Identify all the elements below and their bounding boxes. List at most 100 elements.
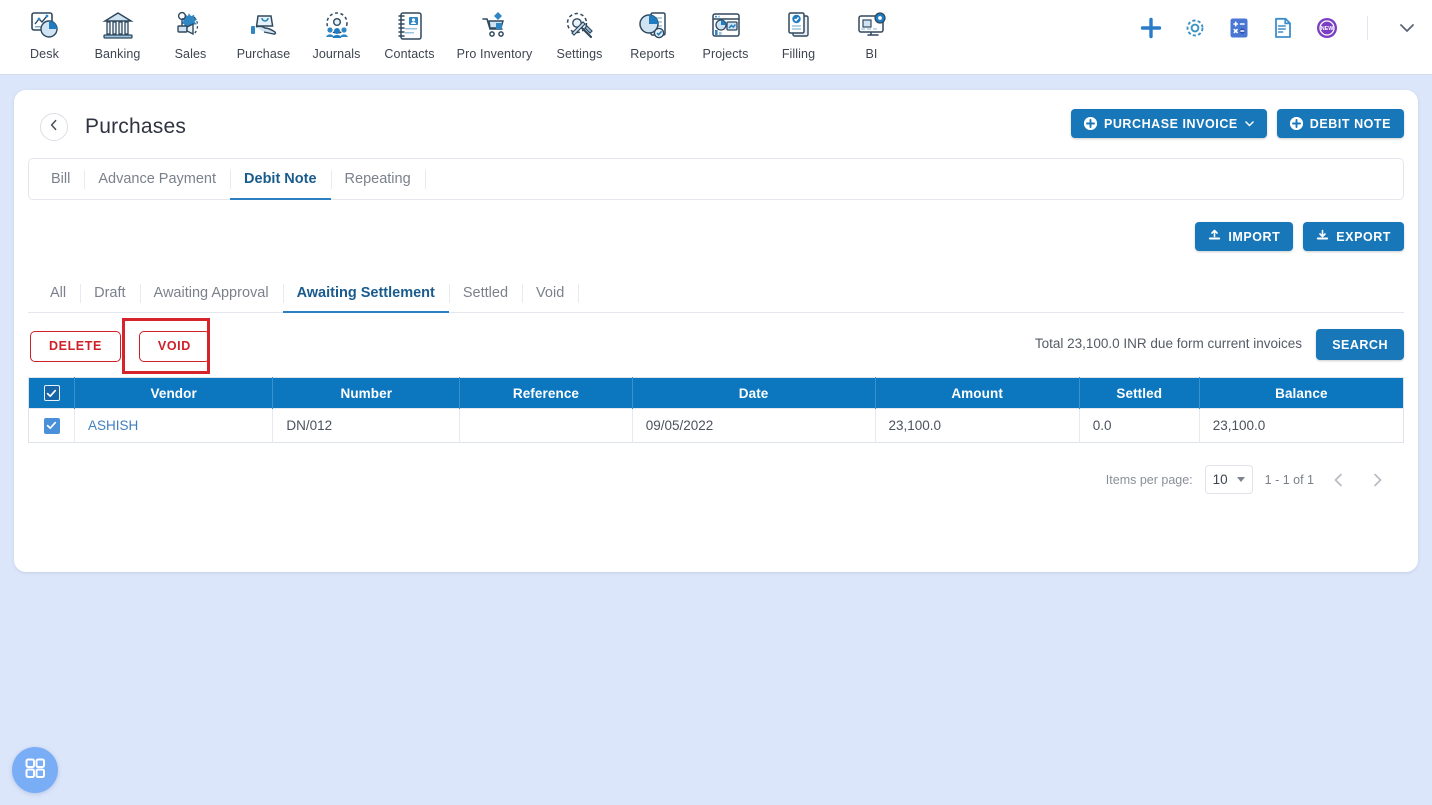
next-page-button[interactable] bbox=[1364, 467, 1390, 493]
cell-vendor: ASHISH bbox=[74, 408, 274, 443]
nav-item-reports[interactable]: Reports bbox=[616, 0, 689, 61]
column-header-reference[interactable]: Reference bbox=[459, 377, 633, 409]
calculator-icon[interactable] bbox=[1227, 16, 1251, 40]
nav-label: Sales bbox=[174, 47, 207, 61]
filter-tab-settled[interactable]: Settled bbox=[448, 273, 522, 312]
filter-tab-void[interactable]: Void bbox=[522, 273, 578, 312]
nav-item-settings[interactable]: Settings bbox=[543, 0, 616, 61]
cell-settled: 0.0 bbox=[1079, 408, 1200, 443]
column-header-amount[interactable]: Amount bbox=[875, 377, 1080, 409]
chevron-down-icon[interactable] bbox=[1396, 17, 1418, 39]
top-nav-items: Desk Banking Sales Purchase Journals Con… bbox=[0, 0, 908, 61]
bi-monitor-gear-icon bbox=[855, 7, 889, 45]
document-type-tabs: Bill Advance Payment Debit Note Repeatin… bbox=[28, 158, 1404, 200]
tab-repeating[interactable]: Repeating bbox=[330, 159, 425, 199]
purchases-card: Purchases PURCHASE INVOICE DEBIT NOTE Bi… bbox=[14, 90, 1418, 572]
filter-tab-all[interactable]: All bbox=[36, 273, 80, 312]
projects-window-chart-icon bbox=[709, 7, 743, 45]
select-all-checkbox[interactable] bbox=[43, 385, 60, 402]
settings-gear-icon[interactable] bbox=[1183, 16, 1207, 40]
desk-dashboard-icon bbox=[28, 7, 62, 45]
status-filter-tabs: All Draft Awaiting Approval Awaiting Set… bbox=[28, 273, 1404, 313]
nav-label: Reports bbox=[630, 47, 675, 61]
import-button[interactable]: IMPORT bbox=[1195, 222, 1294, 251]
delete-button[interactable]: DELETE bbox=[30, 330, 121, 362]
nav-item-journals[interactable]: Journals bbox=[300, 0, 373, 61]
items-per-page-select[interactable]: 10 bbox=[1204, 465, 1253, 494]
filter-tab-awaiting-settlement[interactable]: Awaiting Settlement bbox=[282, 273, 450, 313]
nav-label: Banking bbox=[94, 47, 141, 61]
pagination-range: 1 - 1 of 1 bbox=[1264, 472, 1314, 487]
svg-text:NEW: NEW bbox=[1321, 26, 1334, 32]
download-icon bbox=[1316, 229, 1329, 245]
tab-bill[interactable]: Bill bbox=[37, 159, 84, 199]
nav-item-bi[interactable]: BI bbox=[835, 0, 908, 61]
export-button[interactable]: EXPORT bbox=[1303, 222, 1404, 251]
page-title: Purchases bbox=[85, 115, 187, 138]
chevron-down-icon bbox=[1236, 477, 1245, 482]
filter-tab-awaiting-approval[interactable]: Awaiting Approval bbox=[139, 273, 283, 312]
cell-amount: 23,100.0 bbox=[875, 408, 1080, 443]
nav-item-purchase[interactable]: Purchase bbox=[227, 0, 300, 61]
table-row[interactable]: ASHISH DN/012 09/05/2022 23,100.0 0.0 23… bbox=[28, 408, 1404, 443]
grid-apps-icon bbox=[23, 756, 47, 785]
import-export-row: IMPORT EXPORT bbox=[28, 222, 1404, 251]
inventory-cart-icon bbox=[478, 7, 512, 45]
column-header-balance[interactable]: Balance bbox=[1199, 377, 1404, 409]
apps-grid-fab[interactable] bbox=[12, 747, 58, 793]
items-per-page-value: 10 bbox=[1212, 472, 1228, 487]
cell-reference bbox=[459, 408, 633, 443]
purchase-bag-hand-icon bbox=[247, 7, 281, 45]
header-actions: PURCHASE INVOICE DEBIT NOTE bbox=[1070, 109, 1404, 138]
filter-tab-draft[interactable]: Draft bbox=[80, 273, 139, 312]
nav-item-projects[interactable]: Projects bbox=[689, 0, 762, 61]
debit-note-table: Vendor Number Reference Date Amount Sett… bbox=[28, 377, 1404, 443]
search-button[interactable]: SEARCH bbox=[1316, 329, 1404, 360]
nav-label: Purchase bbox=[236, 47, 291, 61]
items-per-page-label: Items per page: bbox=[1105, 472, 1193, 487]
purchase-invoice-button[interactable]: PURCHASE INVOICE bbox=[1070, 109, 1267, 138]
row-checkbox[interactable] bbox=[43, 417, 60, 434]
export-label: EXPORT bbox=[1336, 229, 1391, 244]
nav-label: Settings bbox=[556, 47, 603, 61]
sales-megaphone-icon bbox=[174, 7, 208, 45]
tab-advance-payment[interactable]: Advance Payment bbox=[84, 159, 230, 199]
tab-separator bbox=[578, 273, 588, 312]
plus-circle-icon bbox=[1083, 117, 1097, 130]
new-badge-icon[interactable]: NEW bbox=[1315, 16, 1339, 40]
purchase-invoice-label: PURCHASE INVOICE bbox=[1103, 116, 1238, 131]
bank-building-icon bbox=[101, 7, 135, 45]
nav-item-pro-inventory[interactable]: Pro Inventory bbox=[446, 0, 543, 61]
cell-number: DN/012 bbox=[272, 408, 461, 443]
tab-debit-note[interactable]: Debit Note bbox=[230, 159, 331, 200]
column-header-number[interactable]: Number bbox=[272, 377, 461, 409]
nav-item-sales[interactable]: Sales bbox=[154, 0, 227, 61]
nav-label: BI bbox=[865, 47, 878, 61]
contacts-book-icon bbox=[393, 7, 427, 45]
bulk-action-row: DELETE VOID Total 23,100.0 INR due form … bbox=[28, 317, 1404, 374]
notes-document-icon[interactable] bbox=[1271, 16, 1295, 40]
page-header: Purchases PURCHASE INVOICE DEBIT NOTE bbox=[28, 106, 1404, 148]
add-plus-icon[interactable] bbox=[1139, 16, 1163, 40]
nav-divider bbox=[1367, 16, 1368, 40]
nav-item-filling[interactable]: Filling bbox=[762, 0, 835, 61]
debit-note-button[interactable]: DEBIT NOTE bbox=[1276, 109, 1404, 138]
total-due-text: Total 23,100.0 INR due form current invo… bbox=[1034, 336, 1302, 351]
nav-item-desk[interactable]: Desk bbox=[8, 0, 81, 61]
column-header-date[interactable]: Date bbox=[632, 377, 876, 409]
void-button[interactable]: VOID bbox=[138, 330, 210, 362]
previous-page-button[interactable] bbox=[1326, 467, 1352, 493]
column-header-vendor[interactable]: Vendor bbox=[74, 377, 274, 409]
reports-piechart-icon bbox=[636, 7, 670, 45]
nav-label: Desk bbox=[30, 47, 59, 61]
table-header-row: Vendor Number Reference Date Amount Sett… bbox=[28, 377, 1404, 409]
vendor-link[interactable]: ASHISH bbox=[88, 418, 138, 433]
nav-item-banking[interactable]: Banking bbox=[81, 0, 154, 61]
plus-circle-icon bbox=[1289, 117, 1303, 130]
dropdown-caret-icon bbox=[1245, 117, 1254, 131]
nav-item-contacts[interactable]: Contacts bbox=[373, 0, 446, 61]
column-header-settled[interactable]: Settled bbox=[1079, 377, 1200, 409]
nav-label: Journals bbox=[312, 47, 361, 61]
cell-balance: 23,100.0 bbox=[1199, 408, 1404, 443]
back-button[interactable] bbox=[40, 113, 68, 141]
